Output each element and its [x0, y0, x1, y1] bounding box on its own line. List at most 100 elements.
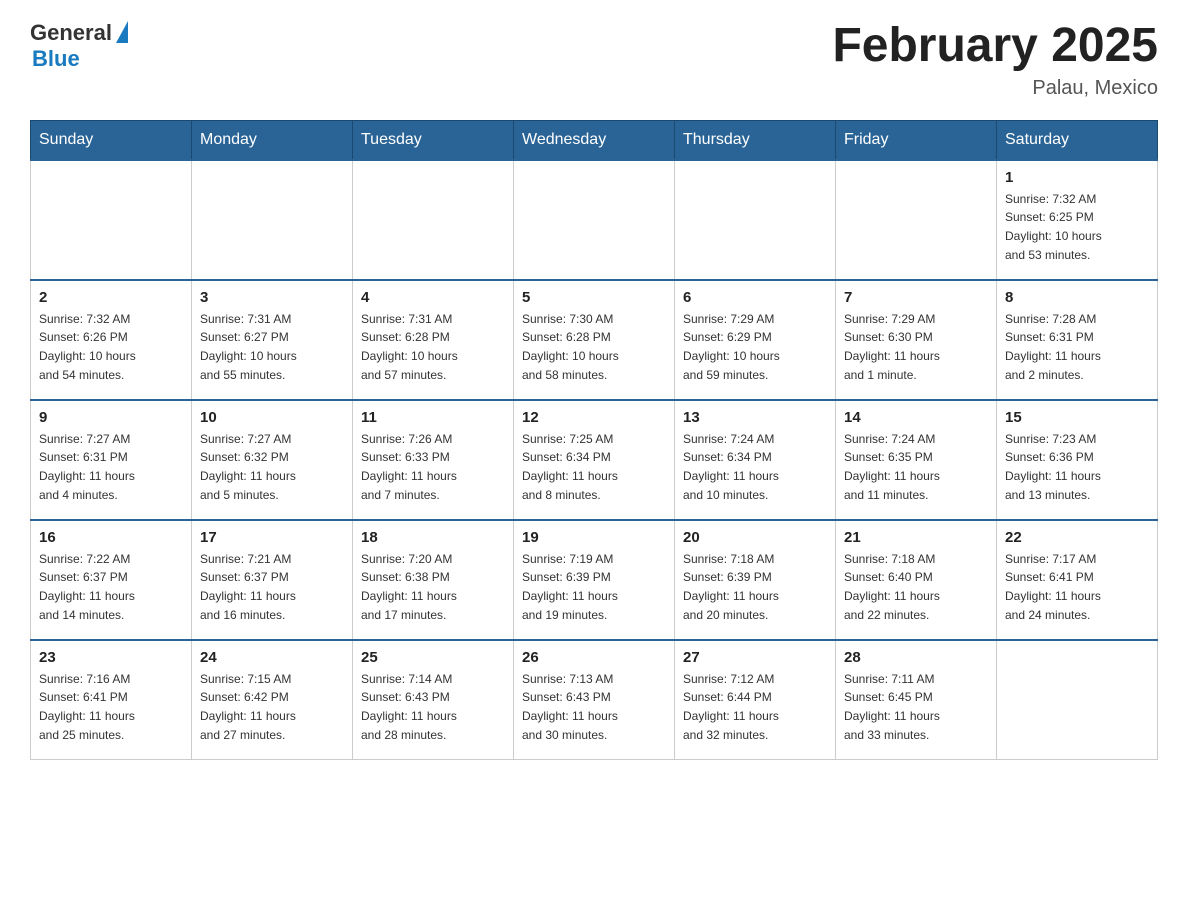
day-number: 2 [39, 289, 183, 306]
calendar-cell: 7 Sunrise: 7:29 AM Sunset: 6:30 PM Daylig… [836, 280, 997, 400]
day-info: Sunrise: 7:14 AM Sunset: 6:43 PM Dayligh… [361, 670, 505, 744]
day-info: Sunrise: 7:18 AM Sunset: 6:40 PM Dayligh… [844, 550, 988, 624]
calendar-cell: 1 Sunrise: 7:32 AM Sunset: 6:25 PM Daylig… [997, 160, 1158, 280]
calendar-cell [353, 160, 514, 280]
day-info: Sunrise: 7:29 AM Sunset: 6:30 PM Dayligh… [844, 310, 988, 384]
day-info: Sunrise: 7:32 AM Sunset: 6:25 PM Dayligh… [1005, 190, 1149, 264]
calendar-cell [192, 160, 353, 280]
page-header: General Blue February 2025 Palau, Mexico [30, 20, 1158, 100]
calendar-cell: 13 Sunrise: 7:24 AM Sunset: 6:34 PM Dayli… [675, 400, 836, 520]
calendar-cell: 12 Sunrise: 7:25 AM Sunset: 6:34 PM Dayli… [514, 400, 675, 520]
day-info: Sunrise: 7:12 AM Sunset: 6:44 PM Dayligh… [683, 670, 827, 744]
day-info: Sunrise: 7:24 AM Sunset: 6:35 PM Dayligh… [844, 430, 988, 504]
week-row-4: 16 Sunrise: 7:22 AM Sunset: 6:37 PM Dayli… [31, 520, 1158, 640]
logo: General Blue [30, 20, 128, 72]
calendar-cell: 11 Sunrise: 7:26 AM Sunset: 6:33 PM Dayli… [353, 400, 514, 520]
calendar-cell: 9Sunrise: 7:27 AM Sunset: 6:31 PM Daylig… [31, 400, 192, 520]
logo-general-text: General [30, 20, 112, 46]
calendar-cell: 26Sunrise: 7:13 AM Sunset: 6:43 PM Dayli… [514, 640, 675, 760]
day-info: Sunrise: 7:18 AM Sunset: 6:39 PM Dayligh… [683, 550, 827, 624]
weekday-header-friday: Friday [836, 120, 997, 160]
weekday-header-wednesday: Wednesday [514, 120, 675, 160]
location: Palau, Mexico [832, 77, 1158, 100]
day-number: 14 [844, 409, 988, 426]
weekday-header-sunday: Sunday [31, 120, 192, 160]
day-number: 6 [683, 289, 827, 306]
week-row-5: 23Sunrise: 7:16 AM Sunset: 6:41 PM Dayli… [31, 640, 1158, 760]
calendar-cell: 27Sunrise: 7:12 AM Sunset: 6:44 PM Dayli… [675, 640, 836, 760]
day-info: Sunrise: 7:19 AM Sunset: 6:39 PM Dayligh… [522, 550, 666, 624]
day-number: 24 [200, 649, 344, 666]
day-info: Sunrise: 7:30 AM Sunset: 6:28 PM Dayligh… [522, 310, 666, 384]
day-number: 18 [361, 529, 505, 546]
day-number: 11 [361, 409, 505, 426]
day-number: 26 [522, 649, 666, 666]
day-number: 16 [39, 529, 183, 546]
calendar-cell: 18 Sunrise: 7:20 AM Sunset: 6:38 PM Dayli… [353, 520, 514, 640]
day-number: 22 [1005, 529, 1149, 546]
calendar-cell [514, 160, 675, 280]
day-number: 4 [361, 289, 505, 306]
day-info: Sunrise: 7:27 AM Sunset: 6:32 PM Dayligh… [200, 430, 344, 504]
day-number: 15 [1005, 409, 1149, 426]
day-info: Sunrise: 7:32 AM Sunset: 6:26 PM Dayligh… [39, 310, 183, 384]
calendar-cell [675, 160, 836, 280]
calendar-cell: 28Sunrise: 7:11 AM Sunset: 6:45 PM Dayli… [836, 640, 997, 760]
day-info: Sunrise: 7:21 AM Sunset: 6:37 PM Dayligh… [200, 550, 344, 624]
day-info: Sunrise: 7:16 AM Sunset: 6:41 PM Dayligh… [39, 670, 183, 744]
day-number: 8 [1005, 289, 1149, 306]
calendar-cell: 15 Sunrise: 7:23 AM Sunset: 6:36 PM Dayli… [997, 400, 1158, 520]
calendar-cell: 24 Sunrise: 7:15 AM Sunset: 6:42 PM Dayli… [192, 640, 353, 760]
day-number: 7 [844, 289, 988, 306]
calendar-table: SundayMondayTuesdayWednesdayThursdayFrid… [30, 120, 1158, 761]
calendar-cell [31, 160, 192, 280]
day-number: 25 [361, 649, 505, 666]
day-number: 12 [522, 409, 666, 426]
title-block: February 2025 Palau, Mexico [832, 20, 1158, 100]
day-info: Sunrise: 7:29 AM Sunset: 6:29 PM Dayligh… [683, 310, 827, 384]
month-title: February 2025 [832, 20, 1158, 73]
calendar-cell: 10 Sunrise: 7:27 AM Sunset: 6:32 PM Dayli… [192, 400, 353, 520]
day-number: 13 [683, 409, 827, 426]
day-number: 5 [522, 289, 666, 306]
day-number: 20 [683, 529, 827, 546]
day-number: 28 [844, 649, 988, 666]
day-number: 3 [200, 289, 344, 306]
day-number: 1 [1005, 169, 1149, 186]
day-info: Sunrise: 7:24 AM Sunset: 6:34 PM Dayligh… [683, 430, 827, 504]
calendar-body: 1 Sunrise: 7:32 AM Sunset: 6:25 PM Daylig… [31, 160, 1158, 760]
calendar-cell: 2 Sunrise: 7:32 AM Sunset: 6:26 PM Daylig… [31, 280, 192, 400]
day-info: Sunrise: 7:15 AM Sunset: 6:42 PM Dayligh… [200, 670, 344, 744]
day-info: Sunrise: 7:22 AM Sunset: 6:37 PM Dayligh… [39, 550, 183, 624]
day-info: Sunrise: 7:20 AM Sunset: 6:38 PM Dayligh… [361, 550, 505, 624]
calendar-cell: 25 Sunrise: 7:14 AM Sunset: 6:43 PM Dayli… [353, 640, 514, 760]
calendar-cell [836, 160, 997, 280]
calendar-cell [997, 640, 1158, 760]
day-info: Sunrise: 7:26 AM Sunset: 6:33 PM Dayligh… [361, 430, 505, 504]
weekday-header-thursday: Thursday [675, 120, 836, 160]
day-info: Sunrise: 7:31 AM Sunset: 6:28 PM Dayligh… [361, 310, 505, 384]
calendar-cell: 5 Sunrise: 7:30 AM Sunset: 6:28 PM Daylig… [514, 280, 675, 400]
day-info: Sunrise: 7:17 AM Sunset: 6:41 PM Dayligh… [1005, 550, 1149, 624]
calendar-cell: 23Sunrise: 7:16 AM Sunset: 6:41 PM Dayli… [31, 640, 192, 760]
logo-triangle-icon [116, 21, 128, 43]
weekday-header-saturday: Saturday [997, 120, 1158, 160]
calendar-cell: 19Sunrise: 7:19 AM Sunset: 6:39 PM Dayli… [514, 520, 675, 640]
week-row-2: 2 Sunrise: 7:32 AM Sunset: 6:26 PM Daylig… [31, 280, 1158, 400]
calendar-cell: 14 Sunrise: 7:24 AM Sunset: 6:35 PM Dayli… [836, 400, 997, 520]
calendar-cell: 8Sunrise: 7:28 AM Sunset: 6:31 PM Daylig… [997, 280, 1158, 400]
week-row-1: 1 Sunrise: 7:32 AM Sunset: 6:25 PM Daylig… [31, 160, 1158, 280]
logo-blue-text: Blue [32, 46, 80, 72]
calendar-cell: 21Sunrise: 7:18 AM Sunset: 6:40 PM Dayli… [836, 520, 997, 640]
day-number: 17 [200, 529, 344, 546]
day-info: Sunrise: 7:25 AM Sunset: 6:34 PM Dayligh… [522, 430, 666, 504]
day-number: 10 [200, 409, 344, 426]
day-info: Sunrise: 7:31 AM Sunset: 6:27 PM Dayligh… [200, 310, 344, 384]
calendar-cell: 17 Sunrise: 7:21 AM Sunset: 6:37 PM Dayli… [192, 520, 353, 640]
week-row-3: 9Sunrise: 7:27 AM Sunset: 6:31 PM Daylig… [31, 400, 1158, 520]
calendar-header: SundayMondayTuesdayWednesdayThursdayFrid… [31, 120, 1158, 160]
weekday-header-monday: Monday [192, 120, 353, 160]
day-number: 9 [39, 409, 183, 426]
day-info: Sunrise: 7:23 AM Sunset: 6:36 PM Dayligh… [1005, 430, 1149, 504]
weekday-header-tuesday: Tuesday [353, 120, 514, 160]
